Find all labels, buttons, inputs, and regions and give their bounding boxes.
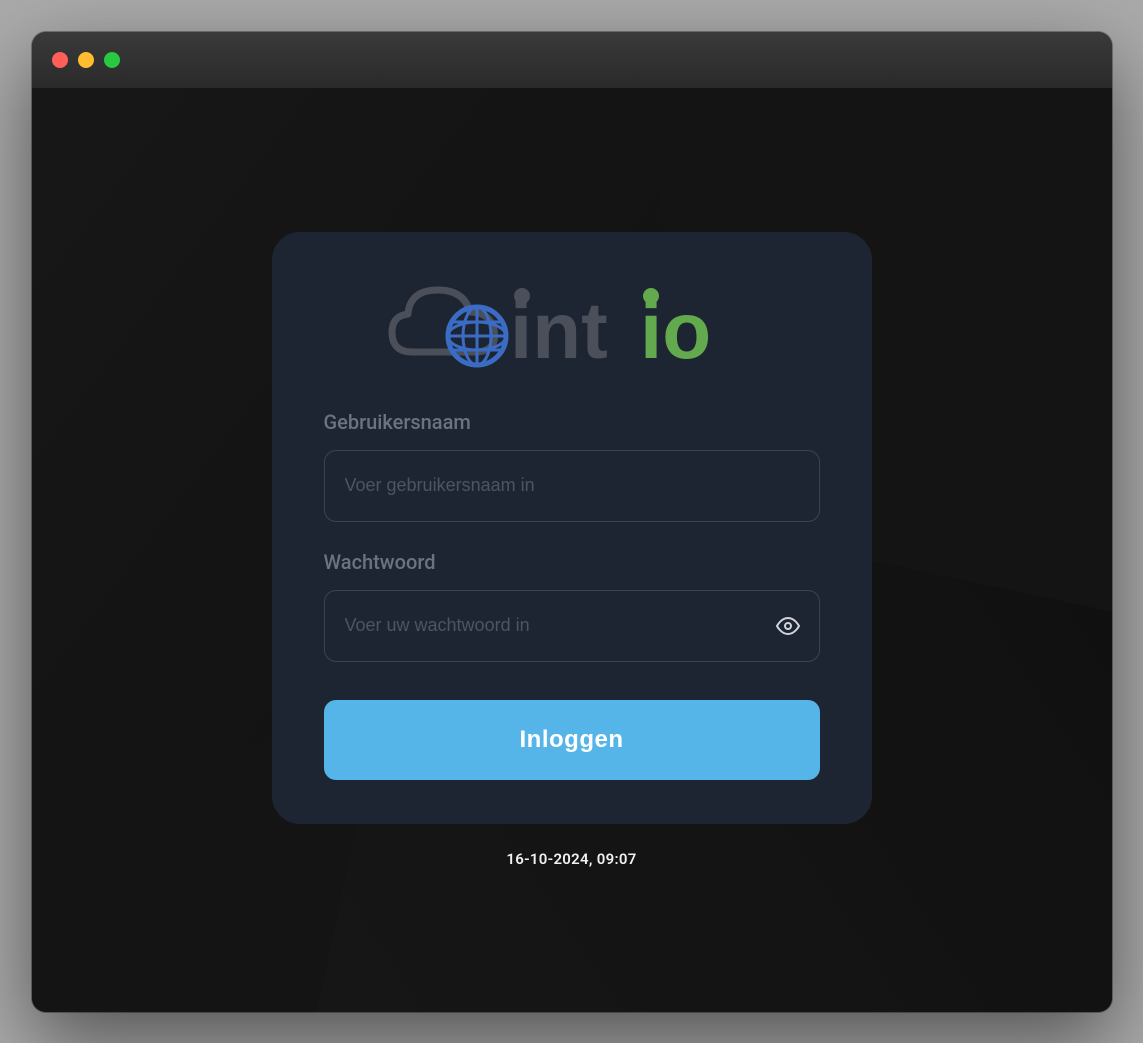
- toggle-password-visibility-button[interactable]: [776, 614, 800, 638]
- window-body: int io Gebruikersnaam Wachtwoord: [32, 88, 1112, 1012]
- titlebar: [32, 32, 1112, 88]
- username-input-wrapper: [324, 450, 820, 522]
- eye-icon: [776, 614, 800, 638]
- password-label: Wachtwoord: [324, 550, 820, 574]
- app-window: int io Gebruikersnaam Wachtwoord: [32, 32, 1112, 1012]
- login-card: int io Gebruikersnaam Wachtwoord: [272, 232, 872, 824]
- brand-logo: int io: [324, 280, 820, 372]
- logo-svg: int io: [382, 280, 762, 372]
- window-minimize-button[interactable]: [78, 52, 94, 68]
- globe-icon: [448, 307, 506, 365]
- username-label: Gebruikersnaam: [324, 410, 820, 434]
- username-group: Gebruikersnaam: [324, 410, 820, 522]
- password-input-wrapper: [324, 590, 820, 662]
- window-close-button[interactable]: [52, 52, 68, 68]
- username-input[interactable]: [324, 450, 820, 522]
- login-button[interactable]: Inloggen: [324, 700, 820, 780]
- password-group: Wachtwoord: [324, 550, 820, 662]
- window-maximize-button[interactable]: [104, 52, 120, 68]
- timestamp: 16-10-2024, 09:07: [506, 850, 636, 868]
- password-input[interactable]: [324, 590, 820, 662]
